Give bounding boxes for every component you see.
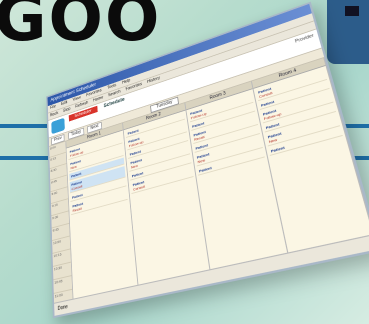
corner-badge (345, 6, 359, 16)
menu-item[interactable]: Edit (61, 100, 67, 107)
app-logo-icon (51, 117, 65, 135)
hero-heading: GOO (0, 0, 162, 56)
provider-info: Provider (294, 33, 315, 45)
corner-decoration (327, 0, 369, 64)
menu-item[interactable]: File (50, 104, 56, 110)
